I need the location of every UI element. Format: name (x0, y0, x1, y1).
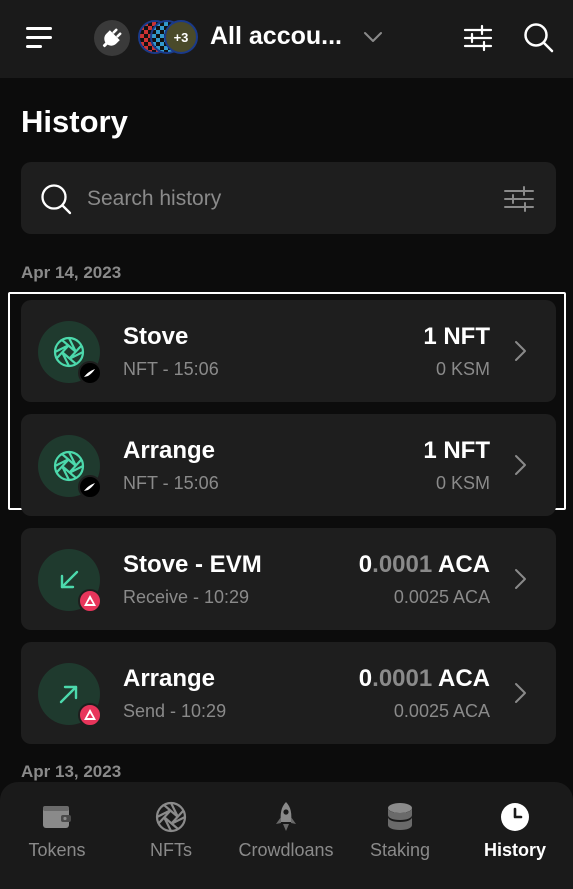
more-accounts-badge: +3 (164, 20, 198, 54)
nav-label: Tokens (28, 840, 86, 860)
nav-label: Staking (369, 840, 431, 860)
search-icon[interactable] (522, 21, 554, 53)
chevron-right-icon (515, 569, 526, 589)
amount-integer: 0 (358, 665, 373, 692)
rocket-icon (276, 802, 296, 831)
item-amount: 0.0001 ACA (359, 551, 490, 579)
date-group-label: Apr 13, 2023 (21, 762, 122, 781)
database-icon (388, 803, 412, 830)
nav-label: NFTs (150, 840, 192, 860)
item-icon-wrap (38, 321, 102, 385)
account-selector-label[interactable]: All accou... (210, 22, 342, 51)
item-title: Arrange (123, 665, 216, 692)
acala-badge-icon (78, 589, 102, 613)
chevron-right-icon (515, 683, 526, 703)
chevron-down-icon[interactable] (362, 26, 384, 48)
item-icon-wrap (38, 663, 102, 727)
item-icon-wrap (38, 435, 102, 499)
search-input[interactable] (87, 184, 467, 214)
nav-tab-history[interactable]: History (458, 782, 572, 889)
connection-plug-icon[interactable] (94, 20, 130, 56)
item-title: Stove (123, 323, 189, 350)
clock-icon (501, 803, 529, 831)
acala-badge-icon (78, 703, 102, 727)
item-fee: 0 KSM (435, 359, 490, 379)
item-fee: 0.0025 ACA (393, 701, 490, 721)
item-icon-wrap (38, 549, 102, 613)
aperture-icon (155, 801, 187, 833)
item-title: Arrange (123, 437, 216, 464)
chevron-right-icon (515, 455, 526, 475)
menu-icon[interactable] (22, 22, 54, 54)
item-subtitle: NFT - 15:06 (123, 359, 219, 379)
history-item[interactable]: Stove NFT - 15:06 1 NFT 0 KSM (21, 300, 556, 402)
filter-sliders-icon[interactable] (503, 184, 535, 214)
kusama-badge-icon (78, 475, 102, 499)
item-amount: 0.0001 ACA (359, 665, 490, 693)
amount-decimal: .0001 (372, 551, 433, 578)
nav-tab-staking[interactable]: Staking (343, 782, 457, 889)
item-fee: 0 KSM (435, 473, 490, 493)
nav-tab-nfts[interactable]: NFTs (114, 782, 228, 889)
kusama-badge-icon (78, 361, 102, 385)
search-bar (21, 162, 556, 234)
chevron-right-icon (515, 341, 526, 361)
nav-label: History (483, 840, 546, 860)
history-item[interactable]: Arrange Send - 10:29 0.0001 ACA 0.0025 A… (21, 642, 556, 744)
page-title: History (21, 104, 128, 139)
search-icon (41, 184, 72, 215)
item-subtitle: Send - 10:29 (123, 701, 227, 721)
item-amount: 1 NFT (423, 323, 490, 350)
filter-sliders-icon[interactable] (462, 22, 494, 54)
history-item[interactable]: Stove - EVM Receive - 10:29 0.0001 ACA 0… (21, 528, 556, 630)
amount-integer: 0 (358, 551, 373, 578)
history-item[interactable]: Arrange NFT - 15:06 1 NFT 0 KSM (21, 414, 556, 516)
date-group-label: Apr 14, 2023 (21, 263, 122, 282)
amount-unit: ACA (432, 665, 490, 692)
top-bar: +3 All accou... (0, 0, 573, 78)
amount-unit: ACA (432, 551, 490, 578)
item-subtitle: Receive - 10:29 (123, 587, 250, 607)
nav-tab-crowdloans[interactable]: Crowdloans (229, 782, 343, 889)
amount-decimal: .0001 (372, 665, 433, 692)
nav-tab-tokens[interactable]: Tokens (0, 782, 114, 889)
wallet-icon (43, 806, 71, 828)
item-amount: 1 NFT (423, 437, 490, 464)
item-subtitle: NFT - 15:06 (123, 473, 219, 493)
bottom-nav: Tokens NFTs Crowdloans Staking History (0, 782, 573, 889)
nav-label: Crowdloans (238, 840, 334, 860)
account-avatars[interactable]: +3 (138, 20, 200, 56)
item-title: Stove - EVM (123, 551, 262, 578)
item-fee: 0.0025 ACA (393, 587, 490, 607)
